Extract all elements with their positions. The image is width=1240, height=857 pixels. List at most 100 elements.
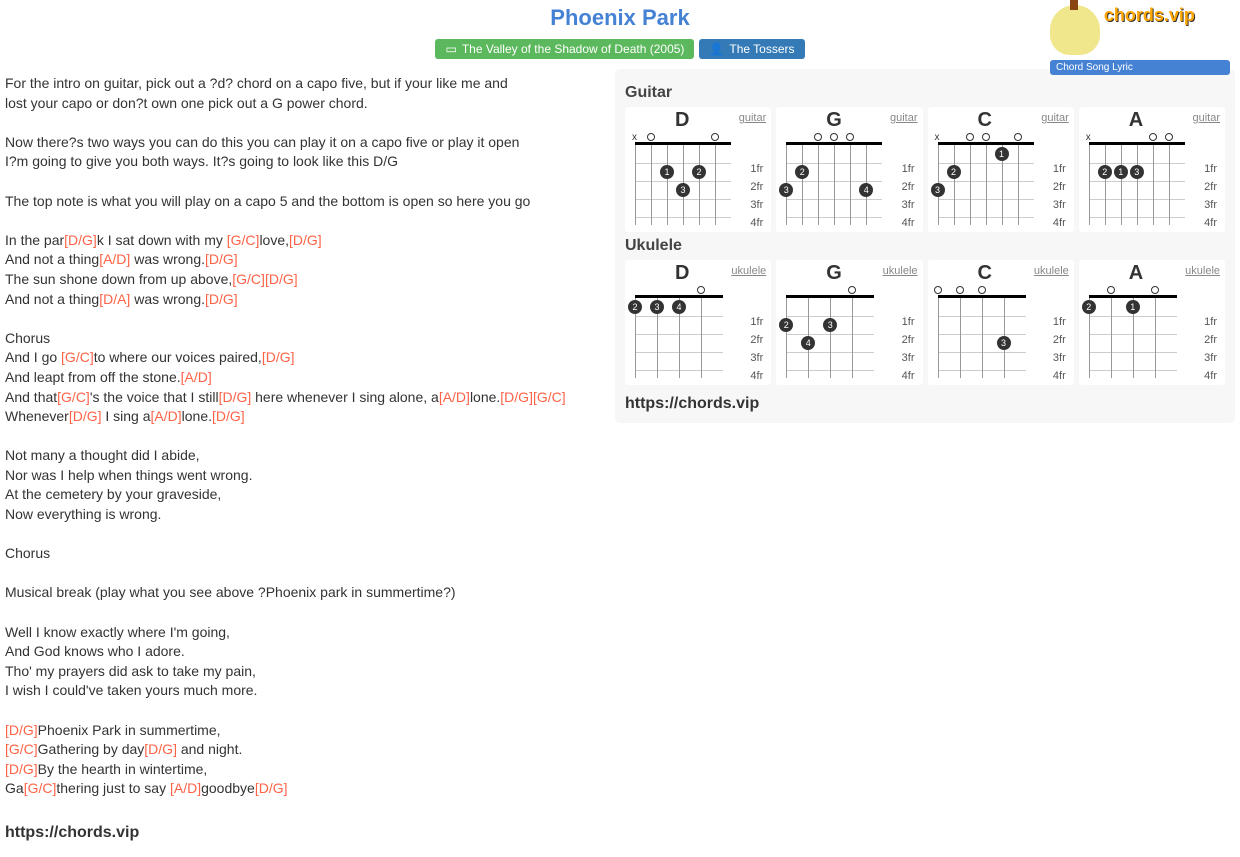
chord-mark[interactable]: [D/G]	[144, 741, 177, 757]
ukulele-section-title: Ukulele	[625, 237, 1225, 255]
chord-mark[interactable]: [D/G]	[265, 271, 298, 287]
chord-mark[interactable]: [D/G]	[64, 232, 97, 248]
lyric-line	[5, 427, 605, 447]
sidebar-url[interactable]: https://chords.vip	[625, 395, 1225, 413]
chord-type-link[interactable]: ukulele	[1034, 265, 1069, 277]
chord-type-link[interactable]: guitar	[739, 112, 767, 124]
chord-diagram[interactable]: Dukulele 2341fr2fr3fr4fr	[625, 260, 771, 385]
chord-mark[interactable]: [A/D]	[181, 369, 212, 385]
footer-url[interactable]: https://chords.vip	[0, 809, 1240, 857]
lyric-line: And leapt from off the stone.[A/D]	[5, 368, 605, 388]
chord-mark[interactable]: [D/G]	[500, 389, 533, 405]
chord-diagram[interactable]: Aguitarx2131fr2fr3fr4fr	[1079, 107, 1225, 232]
chord-mark[interactable]: [D/G]	[212, 408, 245, 424]
chord-type-link[interactable]: guitar	[890, 112, 918, 124]
lyric-line: [D/G]By the hearth in wintertime,	[5, 760, 605, 780]
lyric-text: Ga	[5, 780, 24, 796]
lyric-text: And not a thing	[5, 251, 99, 267]
chord-diagram[interactable]: Gukulele 2341fr2fr3fr4fr	[776, 260, 922, 385]
lyric-text: The sun shone down from up above,	[5, 271, 232, 287]
lyric-line: Tho' my prayers did ask to take my pain,	[5, 662, 605, 682]
ukulele-chord-row: Dukulele2341fr2fr3fr4frGukulele2341fr2fr…	[625, 260, 1225, 385]
chord-mark[interactable]: [A/D]	[99, 251, 130, 267]
chord-diagram[interactable]: Dguitarx1231fr2fr3fr4fr	[625, 107, 771, 232]
fretboard: x1231fr2fr3fr4fr	[933, 132, 1069, 227]
chord-diagram[interactable]: Cukulele 31fr2fr3fr4fr	[928, 260, 1074, 385]
chord-type-link[interactable]: guitar	[1041, 112, 1069, 124]
chord-type-link[interactable]: guitar	[1192, 112, 1220, 124]
lyric-text: k I sat down with my	[97, 232, 227, 248]
lyric-line: And God knows who I adore.	[5, 642, 605, 662]
lyric-text: And leapt from off the stone.	[5, 369, 181, 385]
lyric-text: thering just to say	[56, 780, 170, 796]
lyric-line: And I go [G/C]to where our voices paired…	[5, 348, 605, 368]
chord-mark[interactable]: [D/A]	[99, 291, 130, 307]
fret-labels: 1fr2fr3fr4fr	[750, 313, 763, 385]
chord-diagram[interactable]: Cguitarx1231fr2fr3fr4fr	[928, 107, 1074, 232]
fret-labels: 1fr2fr3fr4fr	[1053, 160, 1066, 232]
chord-mark[interactable]: [D/G]	[262, 349, 295, 365]
fret-labels: 1fr2fr3fr4fr	[750, 160, 763, 232]
lyric-text: By the hearth in wintertime,	[38, 761, 208, 777]
lyric-line: Musical break (play what you see above ?…	[5, 583, 605, 603]
chord-mark[interactable]: [G/C]	[232, 271, 265, 287]
lyric-line	[5, 525, 605, 545]
chord-mark[interactable]: [D/G]	[255, 780, 288, 796]
site-logo[interactable]: chords.vip Chord Song Lyric	[1050, 5, 1230, 60]
fretboard: 2341fr2fr3fr4fr	[781, 285, 917, 380]
chord-mark[interactable]: [D/G]	[5, 722, 38, 738]
chord-mark[interactable]: [A/D]	[151, 408, 182, 424]
lyric-line	[5, 309, 605, 329]
lyric-line	[5, 603, 605, 623]
fret-labels: 1fr2fr3fr4fr	[902, 313, 915, 385]
fretboard: 2341fr2fr3fr4fr	[630, 285, 766, 380]
chord-diagram[interactable]: Aukulele211fr2fr3fr4fr	[1079, 260, 1225, 385]
chord-mark[interactable]: [D/G]	[69, 408, 102, 424]
chord-mark[interactable]: [D/G]	[205, 251, 238, 267]
lyric-line: The sun shone down from up above,[G/C][D…	[5, 270, 605, 290]
chord-mark[interactable]: [G/C]	[5, 741, 38, 757]
chord-name: D	[675, 109, 689, 132]
chord-name: A	[1129, 109, 1143, 132]
lyric-text: was wrong.	[130, 291, 205, 307]
lyric-text: Whenever	[5, 408, 69, 424]
chord-mark[interactable]: [A/D]	[439, 389, 470, 405]
lyric-text: Phoenix Park in summertime,	[38, 722, 221, 738]
lyric-text: to where our voices paired,	[94, 349, 262, 365]
chord-type-link[interactable]: ukulele	[731, 265, 766, 277]
chord-mark[interactable]: [D/G]	[219, 389, 252, 405]
chord-mark[interactable]: [A/D]	[170, 780, 201, 796]
lyric-line: And not a thing[A/D] was wrong.[D/G]	[5, 250, 605, 270]
chord-sidebar: Guitar Dguitarx1231fr2fr3fr4frGguitar234…	[615, 69, 1235, 423]
chord-mark[interactable]: [G/C]	[227, 232, 260, 248]
chord-mark[interactable]: [G/C]	[57, 389, 90, 405]
guitar-chord-row: Dguitarx1231fr2fr3fr4frGguitar2341fr2fr3…	[625, 107, 1225, 232]
chord-name: A	[1129, 262, 1143, 285]
album-badge[interactable]: ▭ The Valley of the Shadow of Death (200…	[435, 39, 694, 59]
ukulele-icon	[1050, 5, 1100, 55]
chord-mark[interactable]: [G/C]	[533, 389, 566, 405]
chord-mark[interactable]: [D/G]	[289, 232, 322, 248]
chord-type-link[interactable]: ukulele	[1185, 265, 1220, 277]
album-label: The Valley of the Shadow of Death (2005)	[462, 42, 685, 56]
chord-name: D	[675, 262, 689, 285]
lyric-line: At the cemetery by your graveside,	[5, 485, 605, 505]
fret-labels: 1fr2fr3fr4fr	[1204, 160, 1217, 232]
artist-label: The Tossers	[729, 42, 794, 56]
chord-mark[interactable]: [D/G]	[5, 761, 38, 777]
chord-mark[interactable]: [G/C]	[24, 780, 57, 796]
lyric-line	[5, 701, 605, 721]
fretboard: 31fr2fr3fr4fr	[933, 285, 1069, 380]
chord-type-link[interactable]: ukulele	[883, 265, 918, 277]
lyric-line: I wish I could've taken yours much more.	[5, 681, 605, 701]
chord-mark[interactable]: [G/C]	[61, 349, 94, 365]
chord-diagram[interactable]: Gguitar2341fr2fr3fr4fr	[776, 107, 922, 232]
chord-name: G	[826, 262, 842, 285]
lyric-text: In the par	[5, 232, 64, 248]
logo-brand: chords.vip	[1104, 5, 1195, 26]
chord-name: C	[978, 262, 992, 285]
lyric-text: and night.	[177, 741, 242, 757]
artist-badge[interactable]: 👤 The Tossers	[699, 39, 804, 59]
guitar-section-title: Guitar	[625, 84, 1225, 102]
chord-mark[interactable]: [D/G]	[205, 291, 238, 307]
